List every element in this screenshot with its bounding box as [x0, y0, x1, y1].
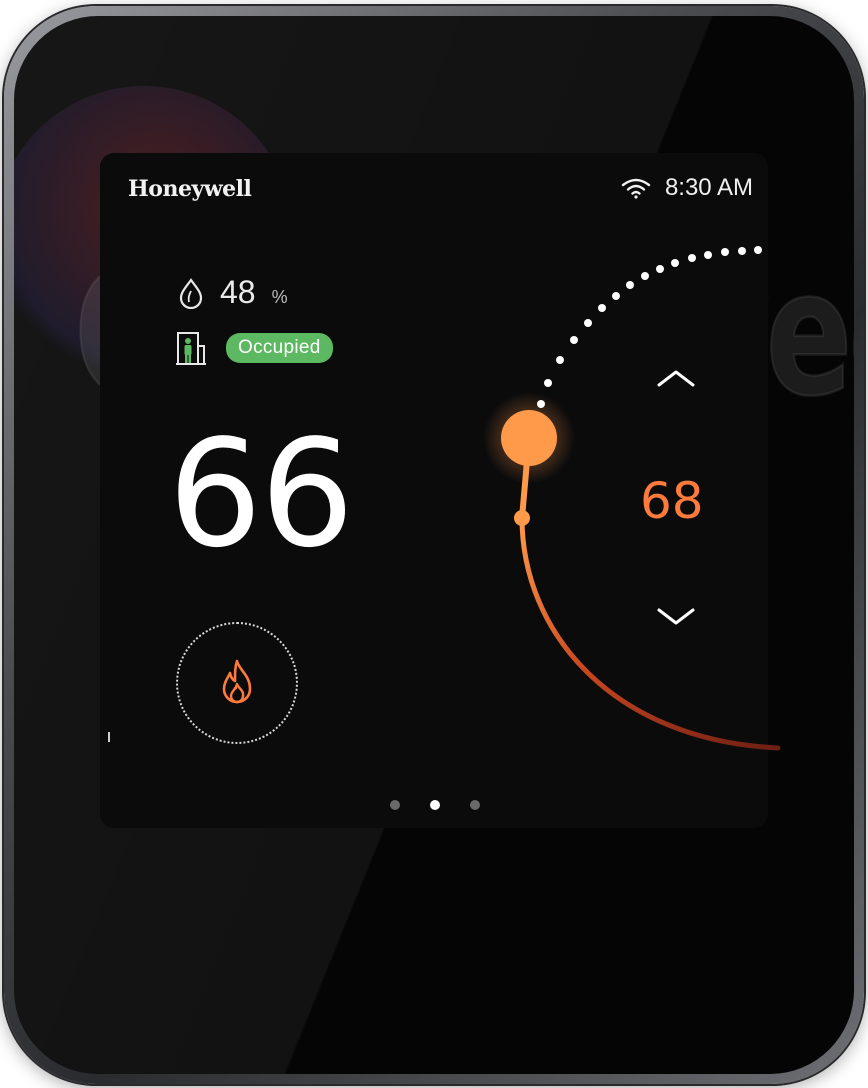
chevron-up-icon [657, 370, 695, 387]
page-dot-2[interactable] [430, 800, 440, 810]
current-temperature: 66 [168, 408, 354, 580]
setpoint-dial[interactable] [480, 230, 781, 770]
building-person-icon [176, 332, 206, 365]
occupancy-row: Occupied [176, 330, 333, 366]
humidity-row: 48% [176, 274, 288, 311]
mode-button[interactable] [176, 622, 298, 744]
humidity-unit: % [271, 287, 288, 307]
occupancy-badge: Occupied [226, 333, 333, 363]
page-indicator [390, 800, 480, 810]
dial-handle [501, 410, 557, 466]
status-bar: 8:30 AM [621, 174, 753, 202]
setpoint-up-button[interactable] [652, 362, 700, 394]
flame-icon [222, 659, 252, 704]
page-dot-1[interactable] [390, 800, 400, 810]
clock-time: 8:30 AM [664, 174, 753, 201]
wifi-icon [621, 178, 651, 199]
dial-arc [519, 515, 781, 751]
humidity-value: 48 [220, 274, 256, 310]
page-dot-3[interactable] [470, 800, 480, 810]
brand-logo: Honeywell [128, 176, 252, 202]
setpoint-value: 68 [640, 472, 704, 530]
setpoint-down-button[interactable] [652, 600, 700, 632]
chevron-down-icon [657, 608, 695, 625]
screen-edge-mark [108, 732, 110, 742]
dial-dotted-track [537, 246, 762, 408]
water-drop-icon [179, 277, 203, 309]
dial-anchor [514, 510, 530, 526]
